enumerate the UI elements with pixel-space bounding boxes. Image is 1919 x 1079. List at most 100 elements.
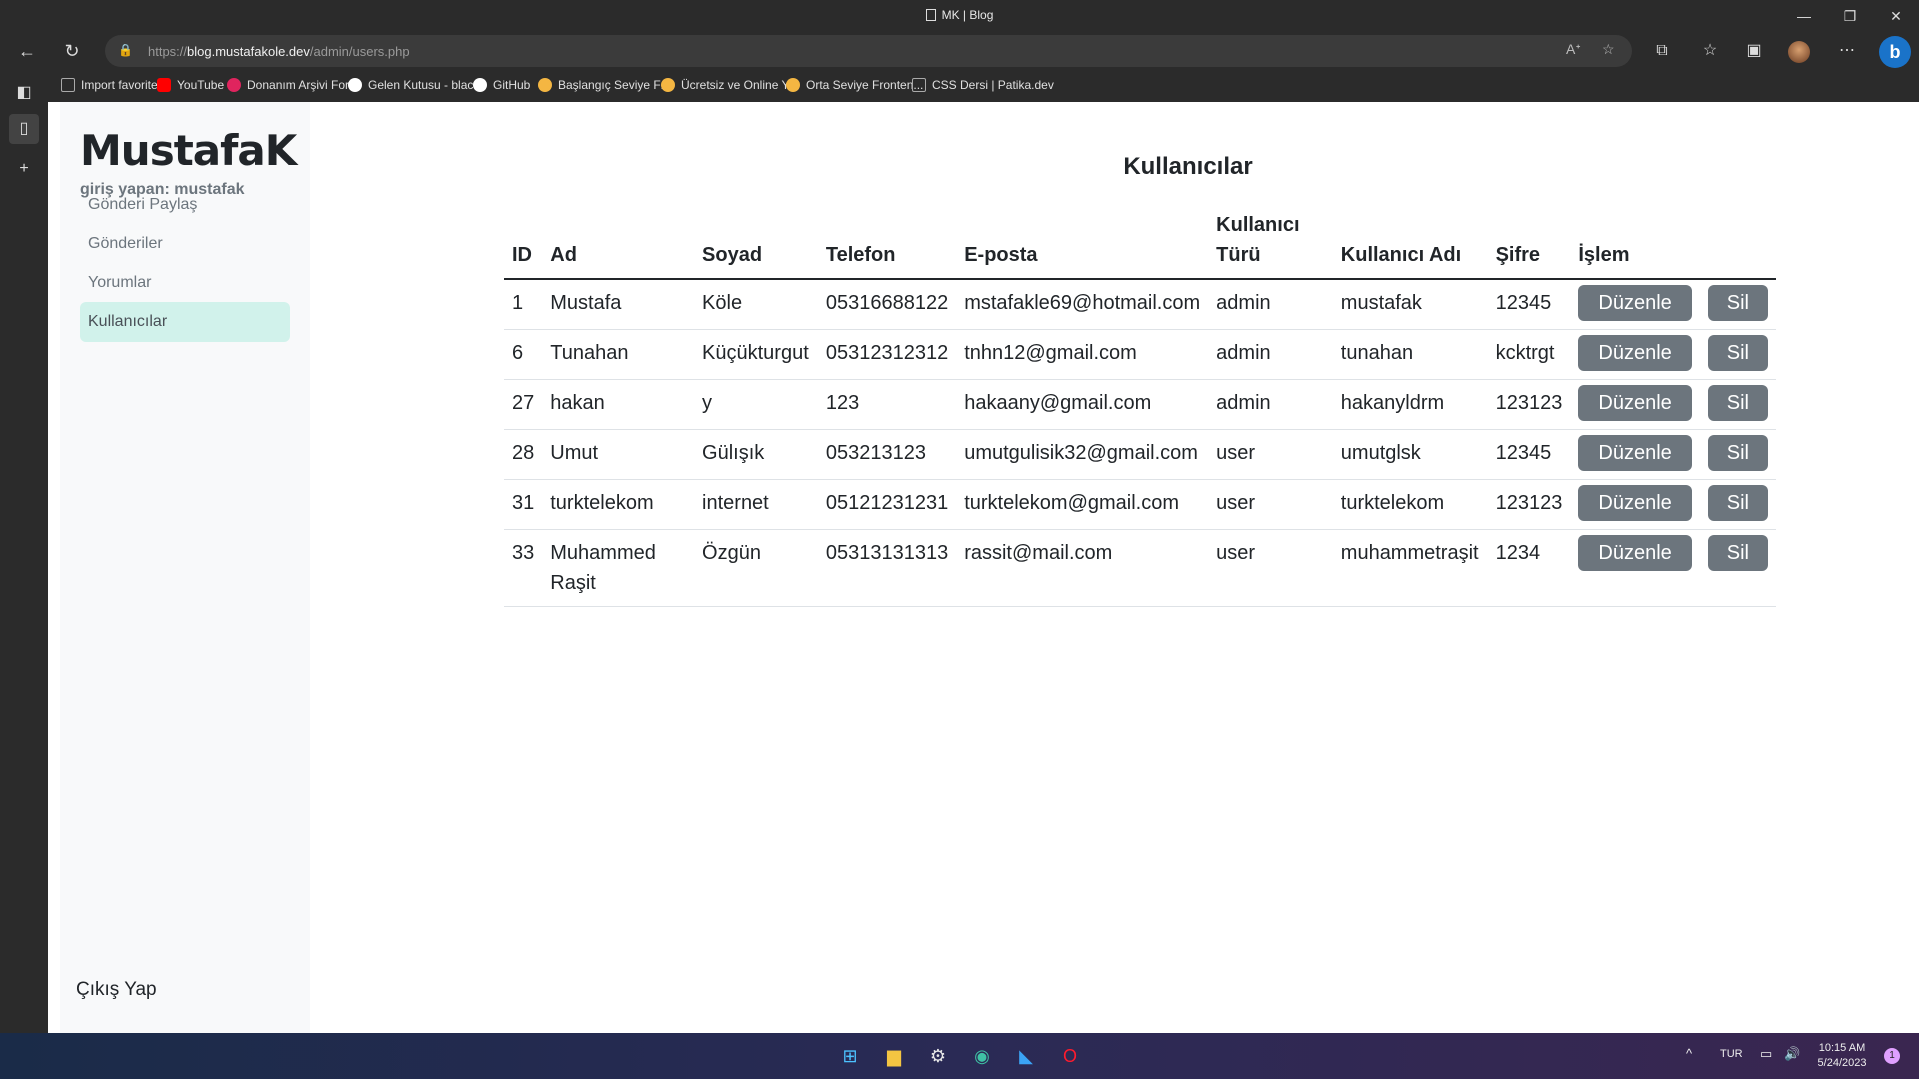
windows-start-icon[interactable]: ⊞ [836,1042,864,1070]
table-row: 28 Umut Gülışık 053213123 umutgulisik32@… [504,429,1776,480]
back-icon[interactable]: ← [13,37,41,65]
google-icon [348,78,362,92]
window-title: MK | Blog [0,8,1919,22]
favorite-orta[interactable]: Orta Seviye Fronten... [786,78,923,92]
cell-soyad: Köle [694,279,818,330]
extensions-icon[interactable]: ⧉ [1649,39,1675,63]
users-table: ID Ad Soyad Telefon E-posta Kullanıcı Tü… [504,210,1776,607]
favorite-github[interactable]: GitHub [473,78,530,92]
bing-icon[interactable]: b [1879,36,1911,68]
cell-eposta: mstafakle69@hotmail.com [956,279,1209,330]
cell-ad: Muhammed Raşit [542,529,695,607]
favorites-icon[interactable]: ☆ [1697,39,1723,63]
page-icon [912,78,926,92]
title-bar: MK | Blog — ❐ ✕ [0,0,1919,32]
column-header-eposta: E-posta [956,210,1209,280]
add-favorite-icon[interactable]: ☆ [1602,41,1615,58]
edit-button[interactable]: Düzenle [1578,385,1692,421]
cell-kullanici-adi: hakanyldrm [1332,379,1488,430]
cell-tur: admin [1208,279,1333,330]
sidebar-item-yorumlar[interactable]: Yorumlar [80,263,290,303]
cell-id: 1 [504,279,543,330]
column-header-islem: İşlem [1570,210,1776,280]
show-hidden-icons-icon[interactable]: ^ [1686,1046,1692,1061]
logout-link[interactable]: Çıkış Yap [76,979,157,1001]
taskbar: ⊞ ▆ ⚙ ◉ ◣ O ^ TUR ▭ 🔊 10:15 AM 5/24/2023… [0,1033,1919,1079]
vscode-icon[interactable]: ◣ [1012,1042,1040,1070]
cell-edit: Düzenle [1570,429,1700,480]
delete-button[interactable]: Sil [1707,285,1768,321]
cell-kullanici-adi: mustafak [1332,279,1488,330]
read-aloud-icon[interactable]: Aᐩ [1566,41,1581,58]
volume-icon[interactable]: 🔊 [1784,1046,1800,1062]
address-bar[interactable]: 🔒 https://blog.mustafakole.dev/admin/use… [105,35,1632,67]
cell-delete: Sil [1699,379,1776,430]
favorite-youtube[interactable]: YouTube [157,78,224,92]
cell-tur: user [1208,429,1333,480]
table-row: 6 Tunahan Küçükturgut 05312312312 tnhn12… [504,329,1776,380]
collections-icon[interactable]: ▣ [1741,39,1767,63]
column-header-sifre: Şifre [1487,210,1571,280]
clock-date: 5/24/2023 [1817,1057,1867,1069]
minimize-button[interactable]: — [1781,0,1827,32]
refresh-icon[interactable]: ↻ [58,37,86,65]
edit-button[interactable]: Düzenle [1578,485,1692,521]
delete-button[interactable]: Sil [1707,435,1768,471]
tab-page-icon[interactable]: ▯ [9,114,39,144]
cell-sifre: 123123 [1487,379,1571,430]
delete-button[interactable]: Sil [1707,335,1768,371]
favorite-baslangic[interactable]: Başlangıç Seviye Fr... [538,78,674,92]
sidebar-item-gonderi-paylas[interactable]: Gönderi Paylaş [80,185,290,225]
delete-button[interactable]: Sil [1707,385,1768,421]
more-icon[interactable]: ⋯ [1834,39,1860,63]
profile-avatar[interactable] [1788,41,1810,63]
cell-sifre: 12345 [1487,279,1571,330]
import-icon [61,78,75,92]
cell-eposta: umutgulisik32@gmail.com [956,429,1209,480]
table-row: 33 Muhammed Raşit Özgün 05313131313 rass… [504,529,1776,607]
edit-button[interactable]: Düzenle [1578,435,1692,471]
favorite-ucretsiz[interactable]: Ücretsiz ve Online Y... [661,78,798,92]
restore-button[interactable]: ❐ [1827,0,1873,32]
cell-edit: Düzenle [1570,529,1700,607]
favorite-import[interactable]: Import favorites [61,78,164,92]
favorite-donanim[interactable]: Donanım Arşivi For... [227,78,358,92]
lock-icon: 🔒 [118,43,133,57]
language-indicator[interactable]: TUR [1720,1048,1743,1060]
delete-button[interactable]: Sil [1707,485,1768,521]
cell-soyad: y [694,379,818,430]
file-explorer-icon[interactable]: ▆ [880,1042,908,1070]
column-header-soyad: Soyad [694,210,818,280]
sidebar-item-gonderiler[interactable]: Gönderiler [80,224,290,264]
brand-logo[interactable]: MustafaK [80,126,297,175]
patika-icon [538,78,552,92]
notification-badge[interactable]: 1 [1884,1048,1900,1064]
opera-icon[interactable]: O [1056,1042,1084,1070]
cell-delete: Sil [1699,279,1776,330]
column-header-ad: Ad [542,210,695,280]
edit-button[interactable]: Düzenle [1578,535,1692,571]
edit-button[interactable]: Düzenle [1578,335,1692,371]
edit-button[interactable]: Düzenle [1578,285,1692,321]
sidebar-item-kullanicilar[interactable]: Kullanıcılar [80,302,290,342]
cell-edit: Düzenle [1570,279,1700,330]
column-header-kullanici-adi: Kullanıcı Adı [1332,210,1488,280]
youtube-icon [157,78,171,92]
cell-id: 6 [504,329,543,380]
clock[interactable]: 10:15 AM 5/24/2023 [1812,1041,1872,1071]
table-row: 27 hakan y 123 hakaany@gmail.com admin h… [504,379,1776,430]
close-button[interactable]: ✕ [1873,0,1919,32]
url-text[interactable]: https://blog.mustafakole.dev/admin/users… [148,44,410,59]
favorite-css[interactable]: CSS Dersi | Patika.dev [912,78,1054,92]
sidebar: MustafaK giriş yapan: mustafak Gönderi P… [60,102,310,1033]
favorite-gmail[interactable]: Gelen Kutusu - blac... [348,78,483,92]
steam-icon[interactable]: ⚙ [924,1042,952,1070]
cell-delete: Sil [1699,529,1776,607]
new-tab-icon[interactable]: + [9,154,39,184]
network-icon[interactable]: ▭ [1760,1046,1772,1062]
delete-button[interactable]: Sil [1707,535,1768,571]
cell-soyad: internet [694,479,818,530]
tab-actions-icon[interactable]: ◧ [9,78,39,108]
clock-time: 10:15 AM [1818,1042,1866,1054]
edge-icon[interactable]: ◉ [968,1042,996,1070]
